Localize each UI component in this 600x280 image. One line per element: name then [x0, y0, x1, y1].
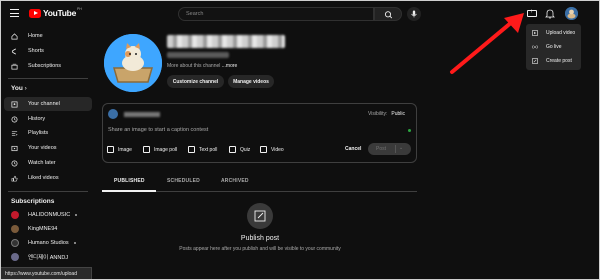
chevron-down-icon: ⌄ [399, 145, 404, 151]
create-icon[interactable] [527, 9, 537, 17]
create-menu: Upload video Go live Create post [526, 24, 581, 70]
create-post-icon [532, 58, 538, 64]
post-button[interactable]: Post ⌄ [368, 143, 411, 155]
watch-later-icon [11, 160, 18, 166]
tab-archived[interactable]: ARCHIVED [221, 178, 249, 184]
history-icon [11, 116, 18, 122]
active-tab-indicator [102, 190, 156, 192]
sidebar-you-heading[interactable]: You › [11, 85, 27, 92]
sidebar-item-your-videos[interactable]: Your videos [0, 141, 92, 155]
youtube-play-icon [29, 8, 41, 18]
search-button[interactable] [374, 7, 402, 21]
subscriptions-icon [11, 63, 18, 69]
youtube-logo[interactable]: YouTube PH [29, 7, 82, 18]
your-videos-icon [11, 145, 18, 151]
quiz-icon [229, 146, 236, 153]
tab-scheduled[interactable]: SCHEDULED [167, 178, 200, 184]
status-bar-url: https://www.youtube.com/upload [0, 267, 92, 279]
channel-avatar [11, 239, 19, 247]
subscription-item[interactable]: HALIDONMUSIC [0, 208, 92, 222]
menu-item-create-post[interactable]: Create post [526, 54, 581, 68]
empty-state-subtitle: Posts appear here after you publish and … [179, 246, 341, 252]
sidebar-item-watch-later[interactable]: Watch later [0, 156, 92, 170]
image-poll-icon [143, 146, 150, 153]
customize-channel-button[interactable]: Customize channel [167, 75, 224, 88]
search-input[interactable]: Search [178, 7, 374, 21]
sidebar-subscriptions-heading: Subscriptions [11, 198, 55, 205]
sidebar-divider [8, 78, 88, 79]
subscription-item[interactable]: 엔디제이 ANNDJ [0, 250, 92, 264]
sidebar-item-liked-videos[interactable]: Liked videos [0, 171, 92, 185]
go-live-icon [532, 45, 538, 49]
menu-item-go-live[interactable]: Go live [526, 40, 581, 54]
microphone-icon [411, 10, 417, 18]
tool-video[interactable]: Video [260, 146, 284, 153]
tool-text-poll[interactable]: Text poll [188, 146, 217, 153]
account-avatar[interactable] [565, 7, 578, 20]
home-icon [11, 32, 18, 39]
video-icon [260, 146, 267, 153]
sidebar-item-subscriptions[interactable]: Subscriptions [0, 59, 92, 73]
subscription-item[interactable]: KingMNE94 [0, 222, 92, 236]
channel-icon [11, 101, 18, 107]
channel-name-blurred [167, 35, 285, 48]
channel-handle-blurred [167, 52, 229, 58]
menu-icon[interactable] [10, 9, 19, 17]
sidebar-item-your-channel[interactable]: Your channel [4, 97, 92, 111]
subscription-item[interactable]: Humano Studios [0, 236, 92, 250]
visibility-selector[interactable]: Visibility: Public [368, 111, 405, 117]
playlists-icon [11, 130, 18, 136]
tool-image[interactable]: Image [107, 146, 132, 153]
status-dot [408, 129, 411, 132]
publish-post-icon [247, 203, 273, 229]
new-content-dot [75, 214, 78, 216]
channel-avatar-large[interactable] [104, 34, 162, 92]
sidebar-item-playlists[interactable]: Playlists [0, 126, 92, 140]
search-icon [384, 11, 393, 19]
empty-state-title: Publish post [240, 235, 280, 242]
post-author-name-blurred [124, 112, 160, 117]
channel-description[interactable]: More about this channel ...more [167, 63, 237, 69]
sidebar-item-shorts[interactable]: Shorts [0, 44, 92, 58]
text-poll-icon [188, 146, 195, 153]
tab-published[interactable]: PUBLISHED [114, 178, 145, 184]
channel-avatar [11, 225, 19, 233]
cancel-button[interactable]: Cancel [345, 146, 361, 152]
sidebar-item-history[interactable]: History [0, 112, 92, 126]
manage-videos-button[interactable]: Manage videos [228, 75, 274, 88]
liked-videos-icon [11, 175, 18, 181]
annotation-arrow [450, 13, 524, 74]
sidebar-item-home[interactable]: Home [0, 29, 92, 43]
new-content-dot [73, 242, 76, 244]
channel-avatar [11, 253, 19, 261]
post-author-avatar [108, 109, 118, 119]
tool-image-poll[interactable]: Image poll [143, 146, 177, 153]
tool-quiz[interactable]: Quiz [229, 146, 250, 153]
notifications-bell-icon[interactable] [545, 8, 555, 19]
image-icon [107, 146, 114, 153]
channel-avatar [11, 211, 19, 219]
sidebar-divider [8, 191, 88, 192]
upload-video-icon [532, 30, 538, 36]
post-text-input[interactable]: Share an image to start a caption contes… [108, 127, 208, 133]
menu-item-upload-video[interactable]: Upload video [526, 26, 581, 40]
voice-search-button[interactable] [407, 7, 421, 21]
shorts-icon [11, 48, 17, 54]
search-placeholder: Search [186, 11, 204, 17]
